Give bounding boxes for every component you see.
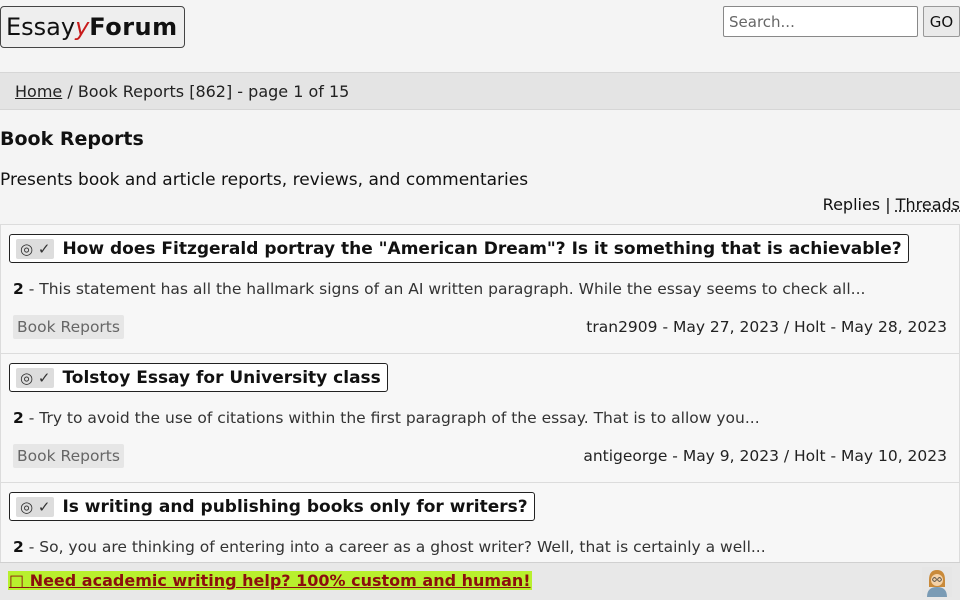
reply-count: 2 xyxy=(13,409,24,427)
thread-title-link[interactable]: ◎ ✓ How does Fitzgerald portray the "Ame… xyxy=(9,234,909,263)
thread-excerpt: 2 - Try to avoid the use of citations wi… xyxy=(13,409,760,427)
promo-link[interactable]: □ Need academic writing help? 100% custo… xyxy=(8,571,532,590)
reply-count: 2 xyxy=(13,280,24,298)
excerpt-text: - So, you are thinking of entering into … xyxy=(28,538,766,556)
thread-meta: antigeorge - May 9, 2023 / Holt - May 10… xyxy=(583,447,947,465)
thread-meta: tran2909 - May 27, 2023 / Holt - May 28,… xyxy=(586,318,947,336)
thread-item: ◎ ✓ Tolstoy Essay for University class 2… xyxy=(0,353,960,482)
promo-text: Need academic writing help? 100% custom … xyxy=(29,571,531,590)
sort-threads[interactable]: Threads xyxy=(896,195,960,214)
thread-title-link[interactable]: ◎ ✓ Tolstoy Essay for University class xyxy=(9,363,388,392)
thread-item: ◎ ✓ How does Fitzgerald portray the "Ame… xyxy=(0,224,960,353)
promo-icon: □ xyxy=(9,571,30,590)
thread-title-link[interactable]: ◎ ✓ Is writing and publishing books only… xyxy=(9,492,535,521)
promo-bar: □ Need academic writing help? 100% custo… xyxy=(0,562,960,600)
thread-excerpt: 2 - This statement has all the hallmark … xyxy=(13,280,865,298)
logo-part-essay: Essay xyxy=(6,13,76,41)
page-title: Book Reports xyxy=(0,128,144,150)
breadcrumb: Home / Book Reports [862] - page 1 of 15 xyxy=(0,72,960,110)
thread-excerpt: 2 - So, you are thinking of entering int… xyxy=(13,538,766,556)
logo-part-y: y xyxy=(75,13,90,41)
category-tag[interactable]: Book Reports xyxy=(13,315,124,339)
sort-replies[interactable]: Replies xyxy=(823,195,880,214)
thread-status-badge: ◎ ✓ xyxy=(16,367,55,388)
sort-options: Replies | Threads xyxy=(823,195,960,214)
excerpt-text: - Try to avoid the use of citations with… xyxy=(28,409,760,427)
site-logo[interactable]: Essay y Forum xyxy=(0,6,185,48)
thread-list: ◎ ✓ How does Fitzgerald portray the "Ame… xyxy=(0,224,960,600)
breadcrumb-separator: / xyxy=(67,81,73,101)
excerpt-text: - This statement has all the hallmark si… xyxy=(28,280,866,298)
page-description: Presents book and article reports, revie… xyxy=(0,170,529,190)
category-tag[interactable]: Book Reports xyxy=(13,444,124,468)
thread-title[interactable]: Tolstoy Essay for University class xyxy=(62,368,380,388)
search-go-button[interactable]: GO xyxy=(923,6,960,37)
breadcrumb-current: Book Reports [862] - page 1 of 15 xyxy=(77,81,350,101)
thread-status-badge: ◎ ✓ xyxy=(16,496,55,517)
thread-title[interactable]: Is writing and publishing books only for… xyxy=(62,497,527,517)
reply-count: 2 xyxy=(13,538,24,556)
search-input[interactable] xyxy=(723,6,918,37)
sort-separator: | xyxy=(885,195,891,214)
thread-status-badge: ◎ ✓ xyxy=(16,238,55,259)
breadcrumb-home-link[interactable]: Home xyxy=(15,82,62,101)
thread-title[interactable]: How does Fitzgerald portray the "America… xyxy=(62,239,901,259)
logo-part-forum: Forum xyxy=(89,13,178,41)
assistant-avatar-icon[interactable] xyxy=(922,567,952,597)
